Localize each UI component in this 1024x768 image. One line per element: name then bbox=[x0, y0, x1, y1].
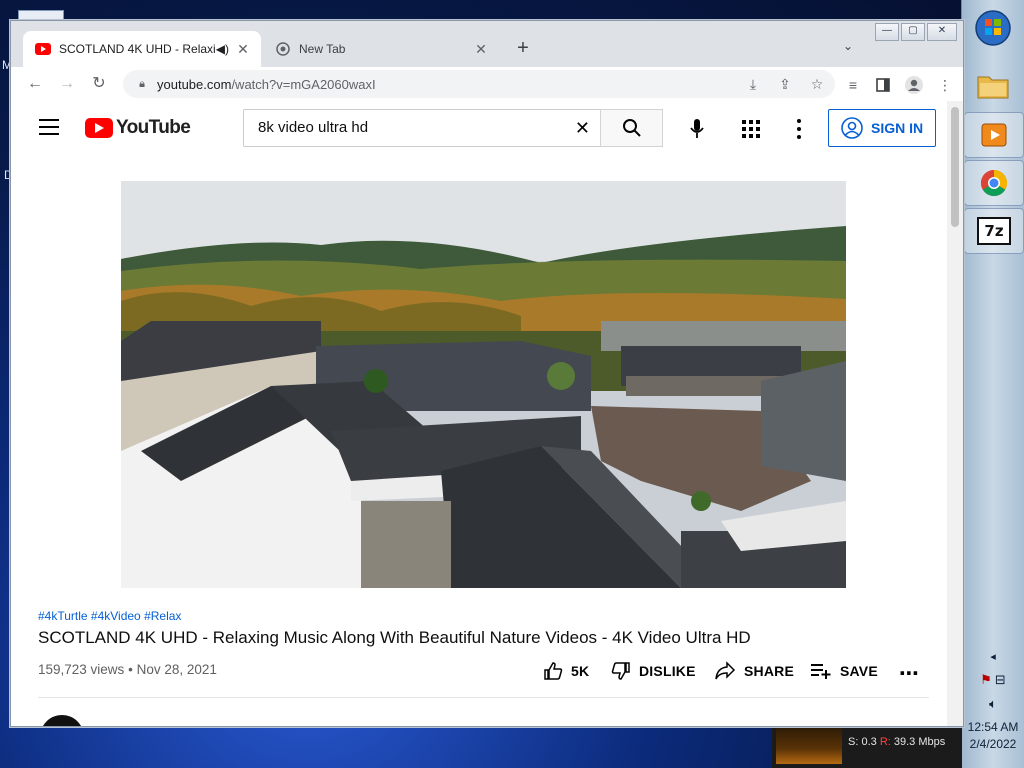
tab-title: SCOTLAND 4K UHD - Relaxin bbox=[59, 42, 216, 56]
thumbs-up-icon bbox=[544, 662, 563, 680]
net-send-stat: S: 0.3 bbox=[848, 736, 877, 748]
tab-close-icon[interactable]: ✕ bbox=[471, 41, 491, 58]
clear-search-icon[interactable]: ✕ bbox=[575, 118, 590, 139]
side-panel-icon[interactable] bbox=[871, 73, 895, 97]
view-count: 159,723 views bbox=[38, 662, 125, 677]
network-monitor-widget: S: 0.3 R: 39.3 Mbps bbox=[772, 722, 962, 768]
youtube-page: YouTube ✕ SIGN IN bbox=[11, 101, 947, 726]
chrome-icon bbox=[980, 169, 1008, 197]
taskbar: 7z ◂ ⚑ ⊟ 🔈︎ 12:54 AM 2/4/2022 bbox=[961, 0, 1024, 768]
publish-date: Nov 28, 2021 bbox=[136, 662, 217, 677]
network-graph bbox=[776, 726, 842, 764]
tab-search-chevron-icon[interactable]: ⌄ bbox=[843, 39, 853, 53]
save-label: SAVE bbox=[840, 663, 878, 679]
search-box[interactable]: ✕ bbox=[243, 109, 601, 147]
tab-youtube[interactable]: SCOTLAND 4K UHD - Relaxin ◀) ✕ bbox=[23, 31, 261, 67]
video-player[interactable] bbox=[121, 181, 846, 588]
media-controls-icon[interactable]: ≡ bbox=[841, 73, 865, 97]
browser-toolbar: ← → ↻ 🔒︎ youtube.com/watch?v=mGA2060waxI… bbox=[11, 67, 963, 102]
share-arrow-icon bbox=[715, 661, 736, 680]
reload-icon[interactable]: ↻ bbox=[87, 73, 111, 97]
net-recv-label: R: bbox=[879, 736, 891, 748]
more-actions-icon[interactable]: ⋯ bbox=[899, 661, 920, 686]
youtube-wordmark: YouTube bbox=[116, 117, 191, 138]
browser-menu-icon[interactable]: ⋮ bbox=[933, 73, 957, 97]
volume-icon[interactable]: 🔈︎ bbox=[962, 696, 1024, 712]
tab-strip: SCOTLAND 4K UHD - Relaxin ◀) ✕ New Tab ✕… bbox=[11, 21, 963, 67]
search-input[interactable] bbox=[256, 118, 560, 137]
minimize-button[interactable]: — bbox=[875, 23, 899, 41]
share-button[interactable]: SHARE bbox=[714, 661, 794, 681]
chrome-favicon-icon bbox=[275, 41, 291, 57]
action-center-flag-icon[interactable]: ⚑ bbox=[980, 672, 992, 687]
video-title: SCOTLAND 4K UHD - Relaxing Music Along W… bbox=[38, 628, 751, 647]
guide-menu-icon[interactable] bbox=[39, 119, 59, 135]
url-path: /watch?v=mGA2060waxI bbox=[231, 76, 376, 92]
dislike-button[interactable]: DISLIKE bbox=[611, 661, 696, 681]
close-window-button[interactable]: ✕ bbox=[927, 23, 957, 41]
like-button[interactable]: 5K bbox=[543, 661, 589, 681]
maximize-button[interactable]: ▢ bbox=[901, 23, 925, 41]
clock-time[interactable]: 12:54 AM bbox=[962, 720, 1024, 734]
like-count: 5K bbox=[571, 663, 590, 679]
tray-icons: ⚑ ⊟ bbox=[962, 672, 1024, 688]
share-label: SHARE bbox=[744, 663, 795, 679]
address-bar[interactable]: 🔒︎ youtube.com/watch?v=mGA2060waxI ⤓ ⇪ ☆ bbox=[123, 70, 835, 98]
account-icon bbox=[841, 117, 863, 139]
back-arrow-icon[interactable]: ← bbox=[23, 73, 47, 97]
video-hashtags[interactable]: #4kTurtle #4kVideo #Relax bbox=[38, 609, 181, 623]
scrollbar-thumb[interactable] bbox=[951, 107, 959, 227]
bookmark-star-icon[interactable]: ☆ bbox=[805, 72, 829, 96]
tab-new-tab[interactable]: New Tab ✕ bbox=[263, 31, 499, 67]
tab-close-icon[interactable]: ✕ bbox=[233, 41, 253, 58]
microphone-icon bbox=[690, 119, 704, 138]
video-frame-scenery bbox=[121, 181, 846, 588]
windows-orb-icon bbox=[975, 10, 1011, 46]
channel-avatar[interactable] bbox=[40, 715, 84, 726]
sign-in-button[interactable]: SIGN IN bbox=[828, 109, 936, 147]
tray-expand-icon[interactable]: ◂ bbox=[962, 650, 1024, 663]
youtube-favicon-icon bbox=[35, 41, 51, 57]
new-tab-plus-icon[interactable]: + bbox=[511, 37, 535, 61]
folder-icon bbox=[977, 76, 1009, 99]
search-icon bbox=[622, 119, 641, 137]
taskbar-7zip-button[interactable]: 7z bbox=[964, 208, 1024, 254]
voice-search-button[interactable] bbox=[679, 111, 715, 147]
youtube-play-logo-icon bbox=[85, 118, 113, 138]
7zip-icon: 7z bbox=[977, 217, 1011, 245]
url-host: youtube.com bbox=[157, 76, 232, 92]
youtube-header: YouTube ✕ SIGN IN bbox=[11, 101, 947, 157]
clock-date[interactable]: 2/4/2022 bbox=[962, 737, 1024, 751]
install-app-icon[interactable]: ⤓ bbox=[741, 72, 765, 96]
save-button[interactable]: SAVE bbox=[810, 661, 878, 681]
search-button[interactable] bbox=[600, 109, 663, 147]
page-scrollbar[interactable] bbox=[947, 101, 963, 726]
forward-arrow-icon[interactable]: → bbox=[55, 73, 79, 97]
net-recv-value: 39.3 Mbps bbox=[893, 736, 946, 748]
network-icon[interactable]: ⊟ bbox=[995, 672, 1006, 687]
sign-in-label: SIGN IN bbox=[871, 120, 924, 136]
tab-title: New Tab bbox=[299, 42, 346, 56]
apps-grid-icon[interactable] bbox=[739, 117, 763, 141]
meta-separator: • bbox=[128, 662, 133, 677]
share-page-icon[interactable]: ⇪ bbox=[773, 72, 797, 96]
dislike-label: DISLIKE bbox=[639, 663, 696, 679]
lock-icon[interactable]: 🔒︎ bbox=[135, 78, 149, 91]
settings-more-icon[interactable] bbox=[789, 117, 809, 141]
youtube-logo[interactable]: YouTube bbox=[85, 117, 191, 139]
taskbar-explorer-button[interactable] bbox=[964, 64, 1022, 108]
tab-audio-icon[interactable]: ◀) bbox=[216, 42, 229, 56]
video-meta: 159,723 views • Nov 28, 2021 bbox=[38, 662, 217, 677]
taskbar-media-player-button[interactable] bbox=[964, 112, 1024, 158]
media-player-icon bbox=[981, 123, 1007, 147]
thumbs-down-icon bbox=[611, 662, 630, 680]
taskbar-chrome-button[interactable] bbox=[964, 160, 1024, 206]
save-playlist-icon bbox=[811, 664, 831, 679]
divider bbox=[38, 697, 929, 698]
browser-window: SCOTLAND 4K UHD - Relaxin ◀) ✕ New Tab ✕… bbox=[10, 20, 964, 727]
profile-avatar-icon[interactable] bbox=[902, 73, 926, 97]
start-button[interactable] bbox=[964, 6, 1022, 50]
